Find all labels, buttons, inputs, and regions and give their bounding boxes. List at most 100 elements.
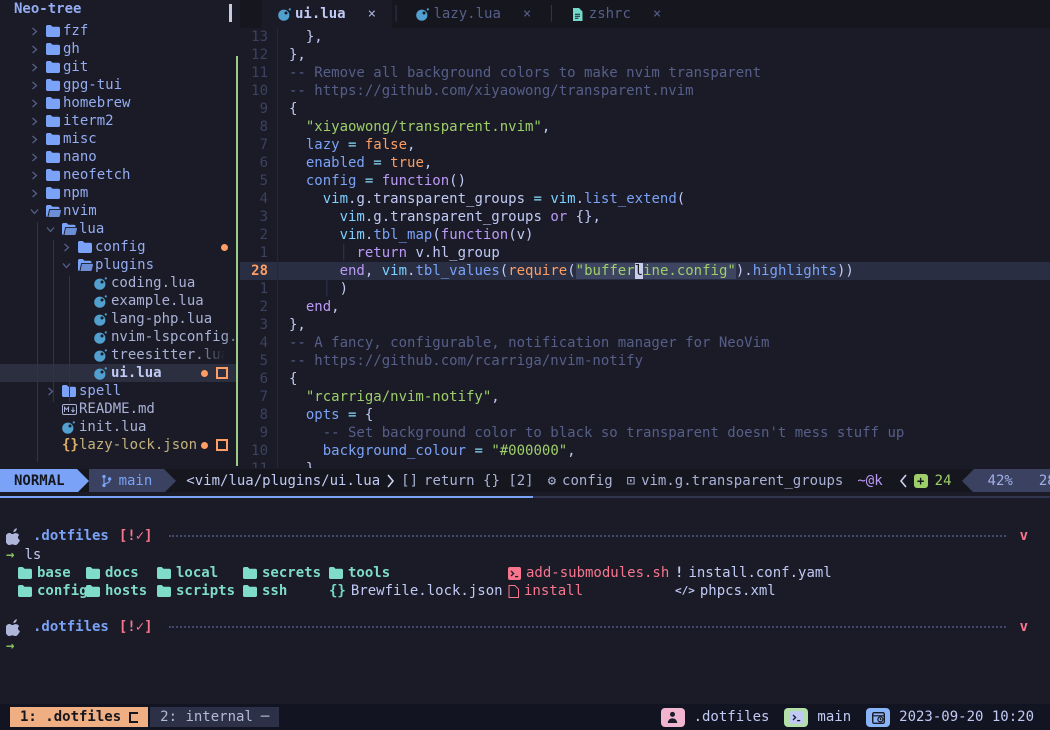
tree-item-README.md[interactable]: README.md [0, 400, 236, 418]
chevron-right-icon[interactable] [30, 153, 46, 162]
code-line[interactable]: 1 │ ) [240, 280, 1050, 298]
scrollbar-thumb[interactable] [229, 4, 232, 22]
code-line[interactable]: 5 config = function() [240, 172, 1050, 190]
code-line[interactable]: 11-- Remove all background colors to mak… [240, 64, 1050, 82]
code-line[interactable]: 3 vim.g.transparent_groups or {}, [240, 208, 1050, 226]
tmux-window-internal[interactable]: 2: internal─ [150, 707, 279, 727]
tree-item-lua[interactable]: lua [0, 220, 236, 238]
ls-entry-local: local [157, 564, 218, 582]
code-text: end, vim.tbl_values(require("bufferline.… [289, 262, 854, 280]
code-line[interactable]: 4 vim.g.transparent_groups = vim.list_ex… [240, 190, 1050, 208]
tree-item-misc[interactable]: misc [0, 130, 236, 148]
tmux-window-.dotfiles[interactable]: 1: .dotfiles⊏ [10, 707, 148, 727]
code-line[interactable]: 2 end, [240, 298, 1050, 316]
file-path: <vim/lua/plugins/ui.lua [186, 472, 380, 490]
tree-item-lazy-lock.json[interactable]: {}lazy-lock.json [0, 436, 236, 454]
code-text: │ return v.hl_group [289, 244, 500, 262]
code-line[interactable]: 5-- https://github.com/rcarriga/nvim-not… [240, 352, 1050, 370]
tree-item-neofetch[interactable]: neofetch [0, 166, 236, 184]
chevron-right-icon[interactable] [30, 27, 46, 36]
chevron-right-icon[interactable] [30, 99, 46, 108]
shell-cursor-line[interactable]: → [0, 637, 1050, 655]
chevron-right-icon[interactable] [30, 189, 46, 198]
code-line[interactable]: 7 "rcarriga/nvim-notify", [240, 388, 1050, 406]
tree-item-ui.lua[interactable]: ui.lua [0, 364, 236, 382]
tree-item-homebrew[interactable]: homebrew [0, 94, 236, 112]
tree-item-nvim-lspconfig.lua[interactable]: nvim-lspconfig.lua [0, 328, 236, 346]
tree-item-lang-php.lua[interactable]: lang-php.lua [0, 310, 236, 328]
buffer-tab-zshrc[interactable]: zshrc× [556, 0, 678, 28]
pane-border[interactable] [533, 496, 1050, 498]
code-line[interactable]: 10-- https://github.com/xiyaowong/transp… [240, 82, 1050, 100]
chevron-right-icon[interactable] [30, 63, 46, 72]
breadcrumb: ⊡vim.g.transparent_groups [627, 472, 844, 490]
chevron-right-icon[interactable] [46, 387, 62, 396]
calendar-icon [872, 711, 885, 724]
code-line[interactable]: 2 vim.tbl_map(function(v) [240, 226, 1050, 244]
buffer-tab-lazy.lua[interactable]: lazy.lua× [400, 0, 547, 28]
code-line[interactable]: 3}, [240, 316, 1050, 334]
code-buffer[interactable]: 13 },12},11-- Remove all background colo… [240, 28, 1050, 468]
code-line[interactable]: 8 opts = { [240, 406, 1050, 424]
code-line[interactable]: 9 -- Set background color to black so tr… [240, 424, 1050, 442]
chevron-down-icon[interactable] [62, 261, 78, 270]
tree-item-coding.lua[interactable]: coding.lua [0, 274, 236, 292]
tree-item-git[interactable]: git [0, 58, 236, 76]
code-text: -- Set background color to black so tran… [289, 424, 904, 442]
chevron-right-icon[interactable] [30, 135, 46, 144]
chevron-down-icon[interactable] [46, 225, 62, 234]
tab-close-icon[interactable]: × [368, 5, 376, 23]
buffer-tab-ui.lua[interactable]: ui.lua× [262, 0, 392, 28]
typed-command: ls [24, 546, 41, 564]
ls-entry-label: phpcs.xml [700, 582, 776, 600]
chevron-right-icon[interactable] [30, 81, 46, 90]
tree-item-gh[interactable]: gh [0, 40, 236, 58]
chevron-right-icon[interactable] [30, 117, 46, 126]
tab-close-icon[interactable]: × [653, 5, 661, 23]
tree-item-init.lua[interactable]: init.lua [0, 418, 236, 436]
code-line[interactable]: 8 "xiyaowong/transparent.nvim", [240, 118, 1050, 136]
folder-gear-icon [18, 585, 32, 597]
code-line[interactable]: 10 background_colour = "#000000", [240, 442, 1050, 460]
indent-guide [53, 240, 54, 402]
code-line[interactable]: 13 }, [240, 28, 1050, 46]
tree-item-spell[interactable]: spell [0, 382, 236, 400]
code-line[interactable]: 7 lazy = false, [240, 136, 1050, 154]
code-line-current[interactable]: 28 end, vim.tbl_values(require("bufferli… [240, 262, 1050, 280]
code-line[interactable]: 12}, [240, 46, 1050, 64]
ls-entry-label: Brewfile.lock.json [351, 582, 503, 600]
tree-item-label: gpg-tui [63, 76, 122, 94]
code-line[interactable]: 9{ [240, 100, 1050, 118]
tree-item-treesitter.lua[interactable]: treesitter.lua [0, 346, 236, 364]
tree-item-gpg-tui[interactable]: gpg-tui [0, 76, 236, 94]
tree-item-config[interactable]: config [0, 238, 236, 256]
tree-item-fzf[interactable]: fzf [0, 22, 236, 40]
tree-item-iterm2[interactable]: iterm2 [0, 112, 236, 130]
code-line[interactable]: 11 }, [240, 460, 1050, 468]
tree-item-npm[interactable]: npm [0, 184, 236, 202]
tree-item-example.lua[interactable]: example.lua [0, 292, 236, 310]
chevron-right-icon[interactable] [30, 45, 46, 54]
pane-border-active[interactable] [0, 496, 533, 498]
chevron-right-icon[interactable] [30, 171, 46, 180]
folder-icon [78, 241, 95, 253]
git-branch-name: main [119, 472, 153, 490]
folder-icon [46, 43, 63, 55]
code-line[interactable]: 4-- A fancy, configurable, notification … [240, 334, 1050, 352]
code-line[interactable]: 6{ [240, 370, 1050, 388]
ls-entry-base: base [18, 564, 71, 582]
tree-item-nano[interactable]: nano [0, 148, 236, 166]
gutter-separator [268, 28, 278, 46]
chevron-down-icon[interactable] [30, 207, 46, 216]
terminal-window: Neo-tree fzfghgitgpg-tuihomebrewiterm2mi… [0, 0, 1050, 730]
line-number: 6 [240, 154, 268, 172]
tab-close-icon[interactable]: × [523, 5, 531, 23]
tree-item-plugins[interactable]: plugins [0, 256, 236, 274]
code-line[interactable]: 6 enabled = true, [240, 154, 1050, 172]
code-line[interactable]: 1 │ return v.hl_group [240, 244, 1050, 262]
shell-command-line[interactable]: → ls [0, 546, 1050, 564]
chevron-right-icon[interactable] [62, 243, 78, 252]
tree-item-nvim[interactable]: nvim [0, 202, 236, 220]
tree-item-label: gh [63, 40, 80, 58]
lua-icon [94, 295, 111, 308]
